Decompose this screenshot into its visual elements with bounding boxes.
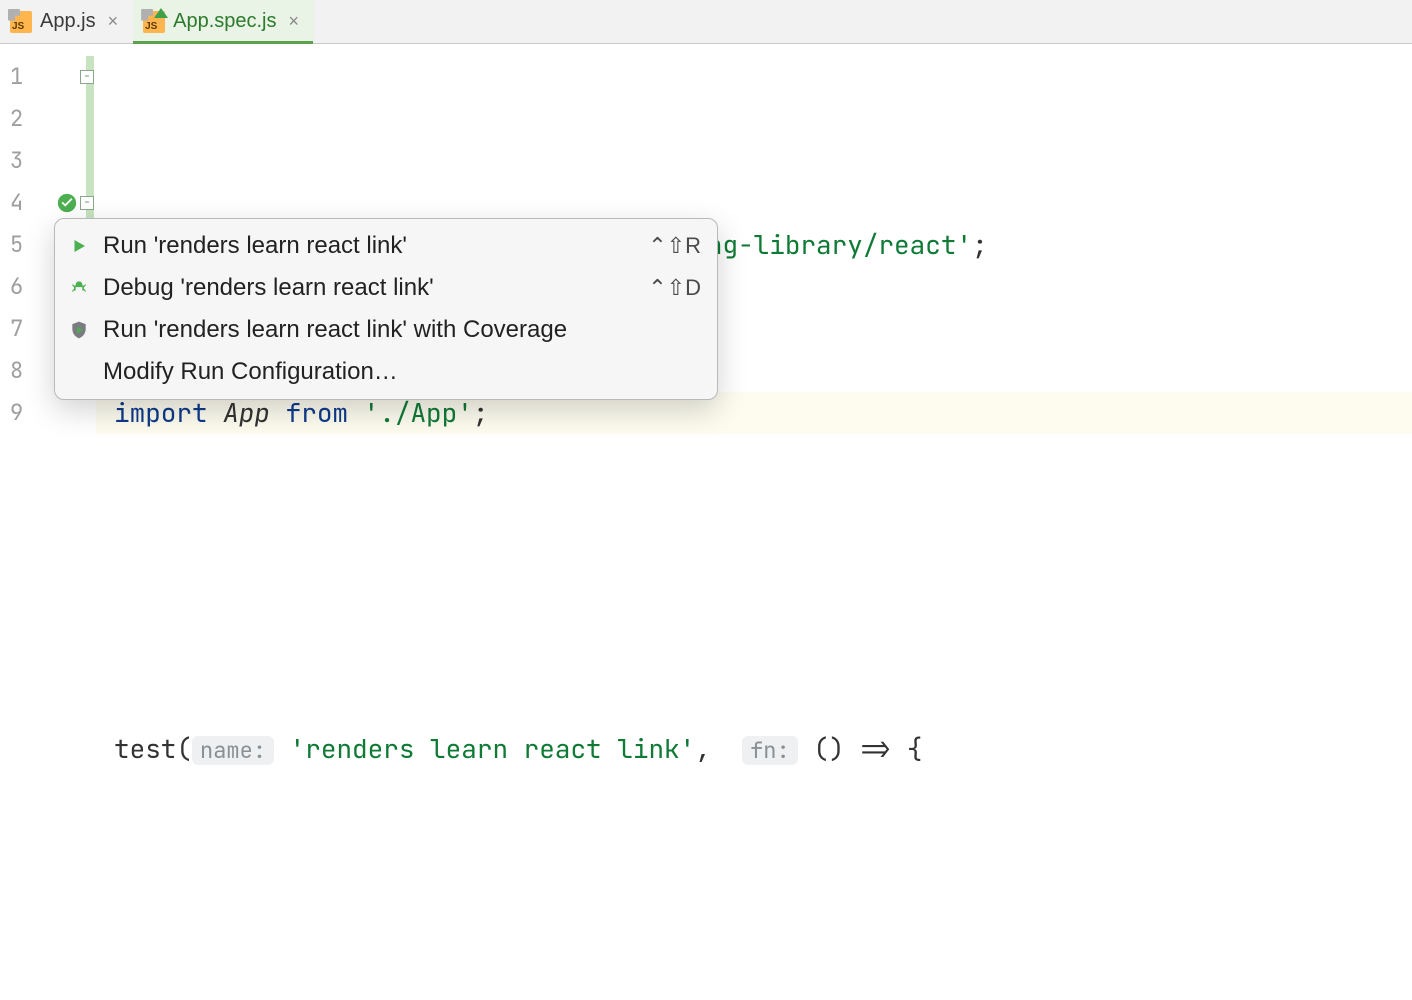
t <box>208 395 224 430</box>
menu-item-debug[interactable]: Debug 'renders learn react link' ⌃⇧D <box>55 267 717 309</box>
t: from <box>270 395 364 430</box>
t: import <box>114 395 208 430</box>
t: () => { <box>798 731 923 766</box>
js-file-icon: JS <box>10 11 32 33</box>
t: './App' <box>364 395 473 430</box>
code-line <box>114 560 1412 602</box>
menu-item-run[interactable]: Run 'renders learn react link' ⌃⇧R <box>55 225 717 267</box>
t: test <box>114 731 176 766</box>
fold-toggle-icon[interactable]: − <box>80 70 94 84</box>
menu-item-shortcut: ⌃⇧D <box>648 275 701 301</box>
t <box>274 731 290 766</box>
menu-item-coverage[interactable]: Run 'renders learn react link' with Cove… <box>55 309 717 351</box>
parameter-hint: fn: <box>742 736 798 765</box>
tab-app-js[interactable]: JS App.js × <box>0 0 133 43</box>
t: ( <box>176 731 192 766</box>
run-context-menu: Run 'renders learn react link' ⌃⇧R Debug… <box>54 218 718 400</box>
code-line: test(name: 'renders learn react link', f… <box>114 728 1412 770</box>
t: , <box>695 731 742 766</box>
code-line <box>114 896 1412 938</box>
menu-item-modify-config[interactable]: Modify Run Configuration… <box>55 351 717 393</box>
menu-item-label: Run 'renders learn react link' <box>103 232 636 260</box>
t: ; <box>972 227 988 262</box>
shield-play-icon <box>67 320 91 340</box>
tab-app-spec-js[interactable]: JS App.spec.js × <box>133 0 314 43</box>
menu-item-shortcut: ⌃⇧R <box>648 233 701 259</box>
run-test-gutter-icon[interactable] <box>56 192 78 214</box>
t: 'renders learn react link' <box>290 731 696 766</box>
play-icon <box>67 237 91 255</box>
tab-bar: JS App.js × JS App.spec.js × <box>0 0 1412 44</box>
tab-label: App.spec.js <box>173 10 276 33</box>
js-test-file-icon: JS <box>143 11 165 33</box>
menu-item-label: Modify Run Configuration… <box>103 358 689 386</box>
bug-icon <box>67 278 91 298</box>
t: ; <box>473 395 489 430</box>
parameter-hint: name: <box>192 736 274 765</box>
close-icon[interactable]: × <box>108 11 119 32</box>
t: App <box>223 395 270 430</box>
menu-item-label: Run 'renders learn react link' with Cove… <box>103 316 689 344</box>
tab-label: App.js <box>40 10 96 33</box>
close-icon[interactable]: × <box>289 11 300 32</box>
fold-toggle-icon[interactable]: − <box>80 196 94 210</box>
menu-item-label: Debug 'renders learn react link' <box>103 274 636 302</box>
